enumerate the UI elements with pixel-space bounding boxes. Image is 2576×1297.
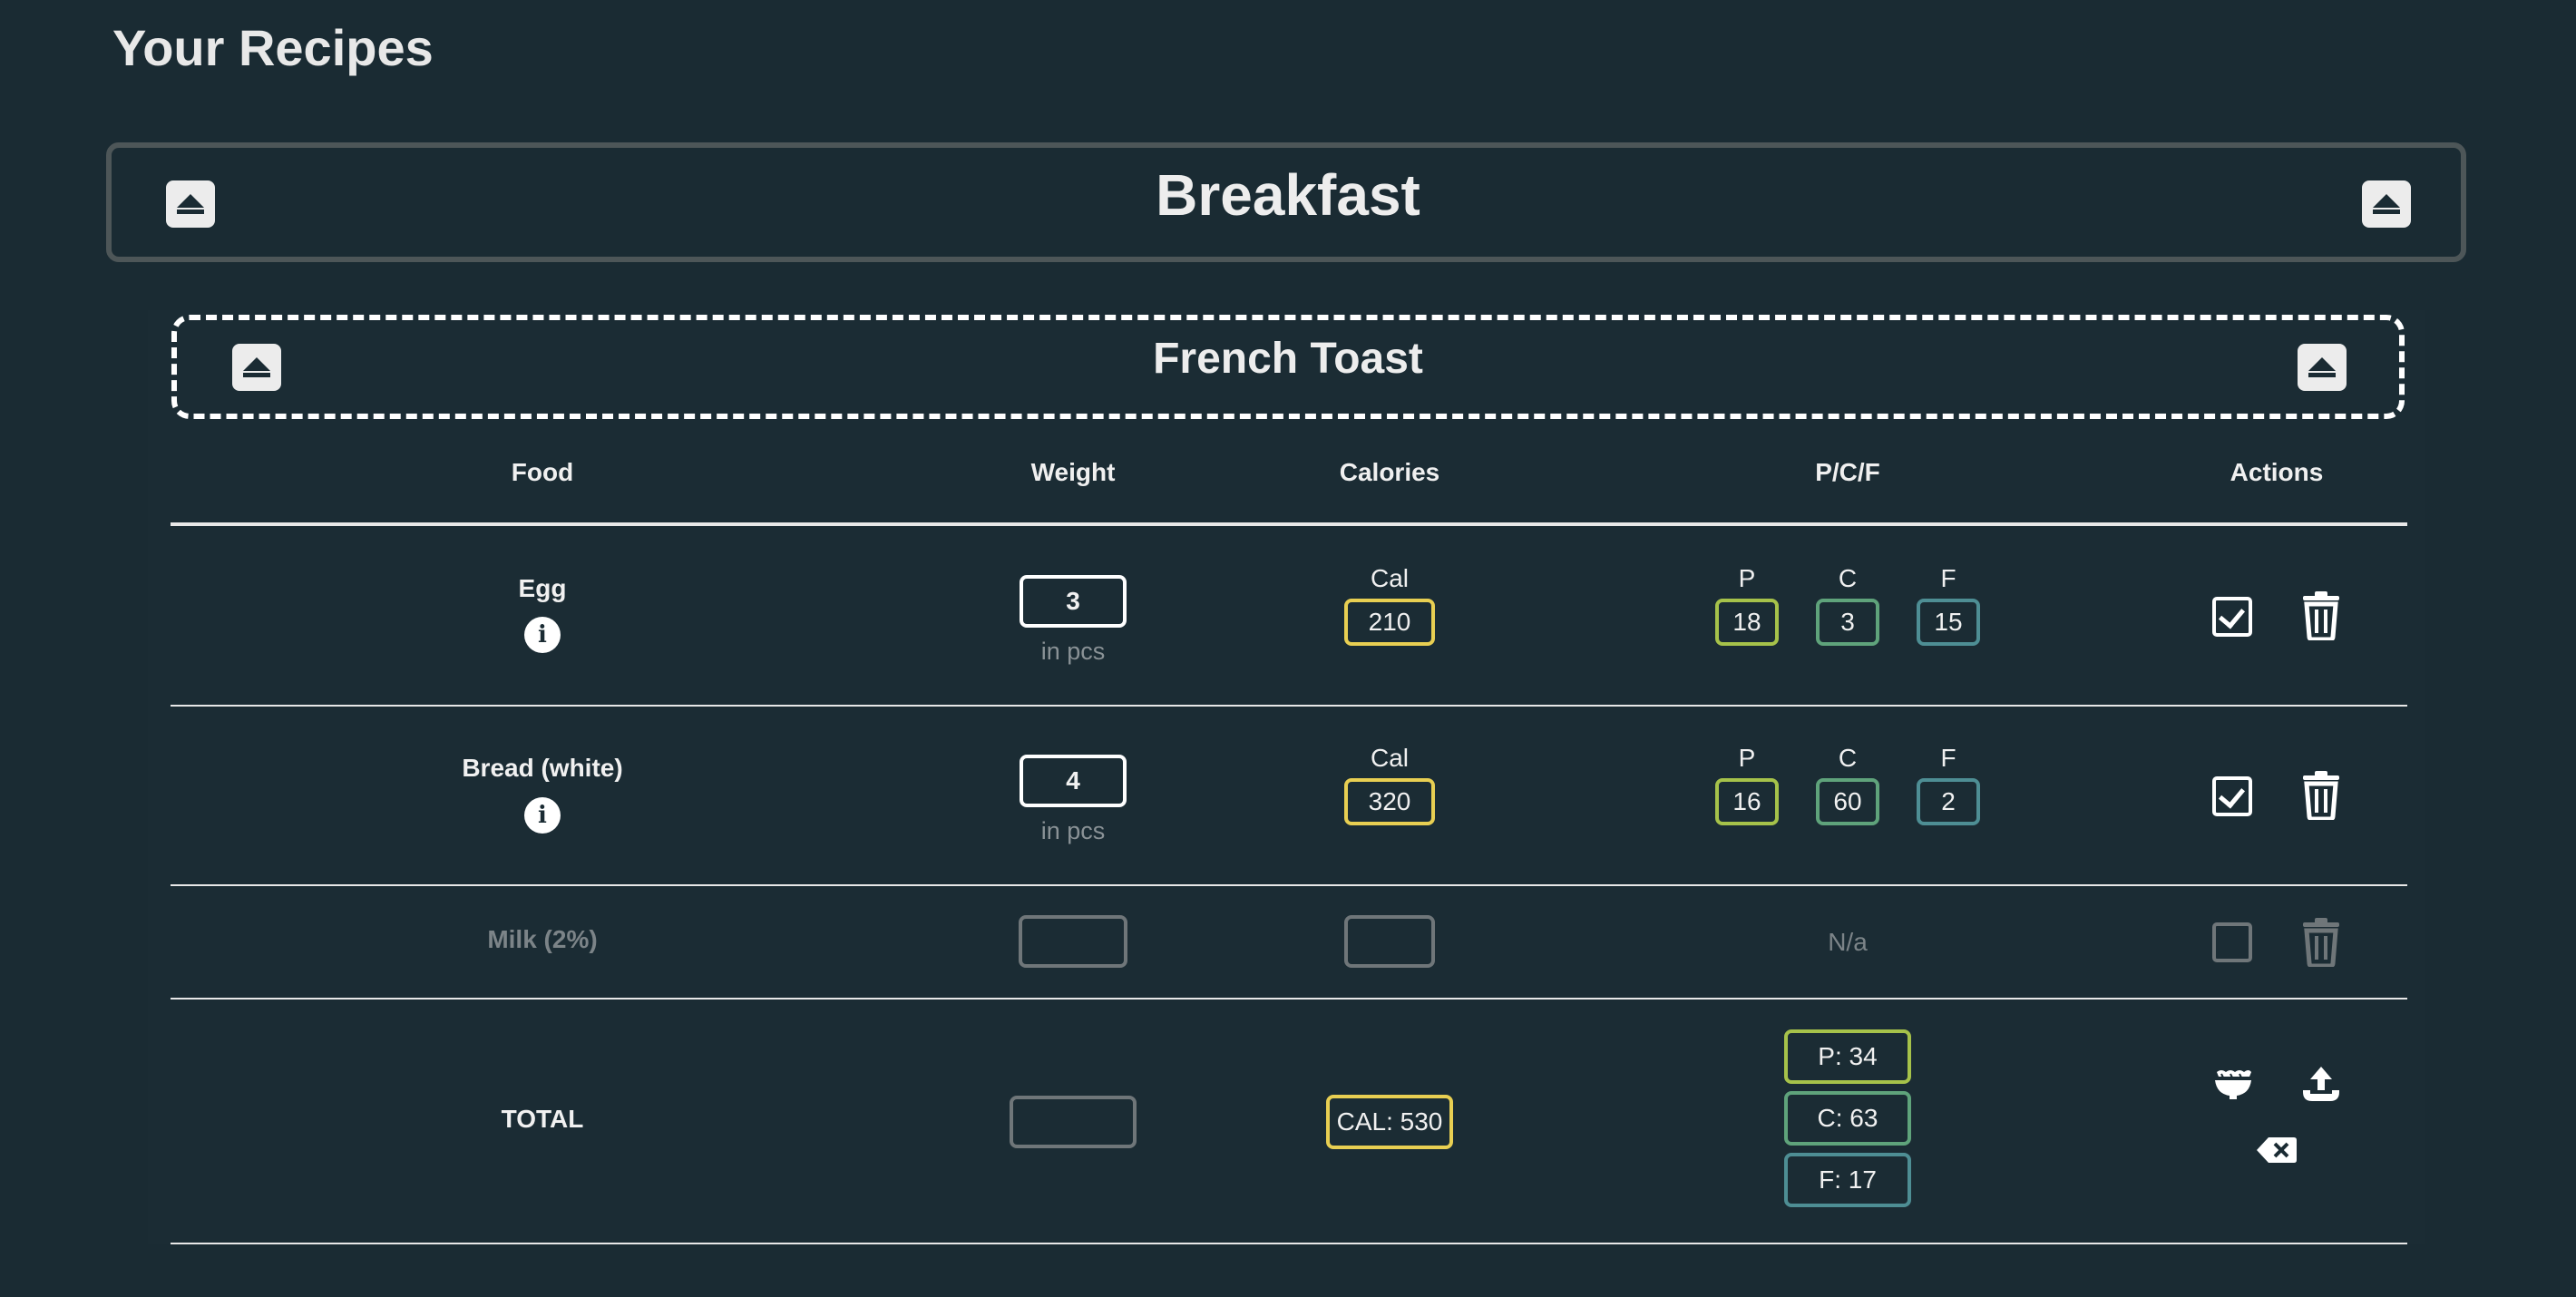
row-divider (171, 998, 2407, 1000)
weight-input[interactable]: 3 (1020, 575, 1127, 628)
page-title: Your Recipes (112, 19, 434, 76)
total-label: TOTAL (501, 1105, 584, 1133)
total-weight-field (1010, 1096, 1137, 1148)
total-calories: CAL: 530 (1326, 1095, 1453, 1149)
fat-value: 15 (1917, 599, 1980, 646)
column-header-weight: Weight (1030, 458, 1116, 486)
calories-label: Cal (1370, 564, 1410, 592)
food-name: Bread (white) (462, 754, 623, 782)
column-header-actions: Actions (2230, 458, 2324, 486)
fat-label: F (1940, 744, 1956, 772)
meal-collapse-right-button[interactable] (2362, 180, 2411, 228)
food-name: Milk (2%) (487, 925, 598, 953)
column-header-pcf: P/C/F (1815, 458, 1880, 486)
protein-value: 18 (1715, 599, 1779, 646)
info-icon[interactable]: i (524, 617, 561, 653)
row-divider (171, 1243, 2407, 1244)
fat-label: F (1940, 564, 1956, 592)
backspace-icon[interactable] (2256, 1136, 2298, 1165)
total-fat: F: 17 (1784, 1153, 1911, 1207)
trash-icon[interactable] (2301, 918, 2341, 967)
food-name: Egg (518, 574, 567, 602)
info-icon[interactable]: i (524, 797, 561, 834)
include-checkbox[interactable] (2212, 776, 2252, 816)
weight-unit: in pcs (1040, 817, 1106, 844)
protein-label: P (1738, 564, 1756, 592)
recipe-title: French Toast (1153, 335, 1423, 383)
weight-unit: in pcs (1040, 638, 1106, 665)
calories-label: Cal (1370, 744, 1410, 772)
upload-icon[interactable] (2301, 1065, 2341, 1103)
fat-value: 2 (1917, 778, 1980, 825)
include-checkbox[interactable] (2212, 597, 2252, 637)
row-divider (171, 705, 2407, 707)
calories-value: 210 (1344, 599, 1435, 646)
trash-icon[interactable] (2301, 591, 2341, 640)
trash-icon[interactable] (2301, 771, 2341, 820)
carbs-label: C (1838, 744, 1858, 772)
calories-value: 320 (1344, 778, 1435, 825)
carbs-value: 60 (1816, 778, 1879, 825)
recipe-collapse-right-button[interactable] (2298, 344, 2347, 391)
protein-label: P (1738, 744, 1756, 772)
include-checkbox[interactable] (2212, 922, 2252, 962)
meal-title: Breakfast (1156, 162, 1420, 228)
carbs-label: C (1838, 564, 1858, 592)
row-divider (171, 884, 2407, 886)
column-header-food: Food (511, 458, 574, 486)
protein-value: 16 (1715, 778, 1779, 825)
pcf-value: N/a (1828, 928, 1868, 956)
column-header-calories: Calories (1339, 458, 1440, 486)
bowl-icon[interactable] (2213, 1068, 2253, 1101)
weight-input[interactable] (1019, 915, 1127, 968)
carbs-value: 3 (1816, 599, 1879, 646)
calories-value (1344, 915, 1435, 968)
weight-input[interactable]: 4 (1020, 755, 1127, 807)
total-protein: P: 34 (1784, 1029, 1911, 1084)
total-carbs: C: 63 (1784, 1091, 1911, 1146)
header-divider (171, 522, 2407, 526)
